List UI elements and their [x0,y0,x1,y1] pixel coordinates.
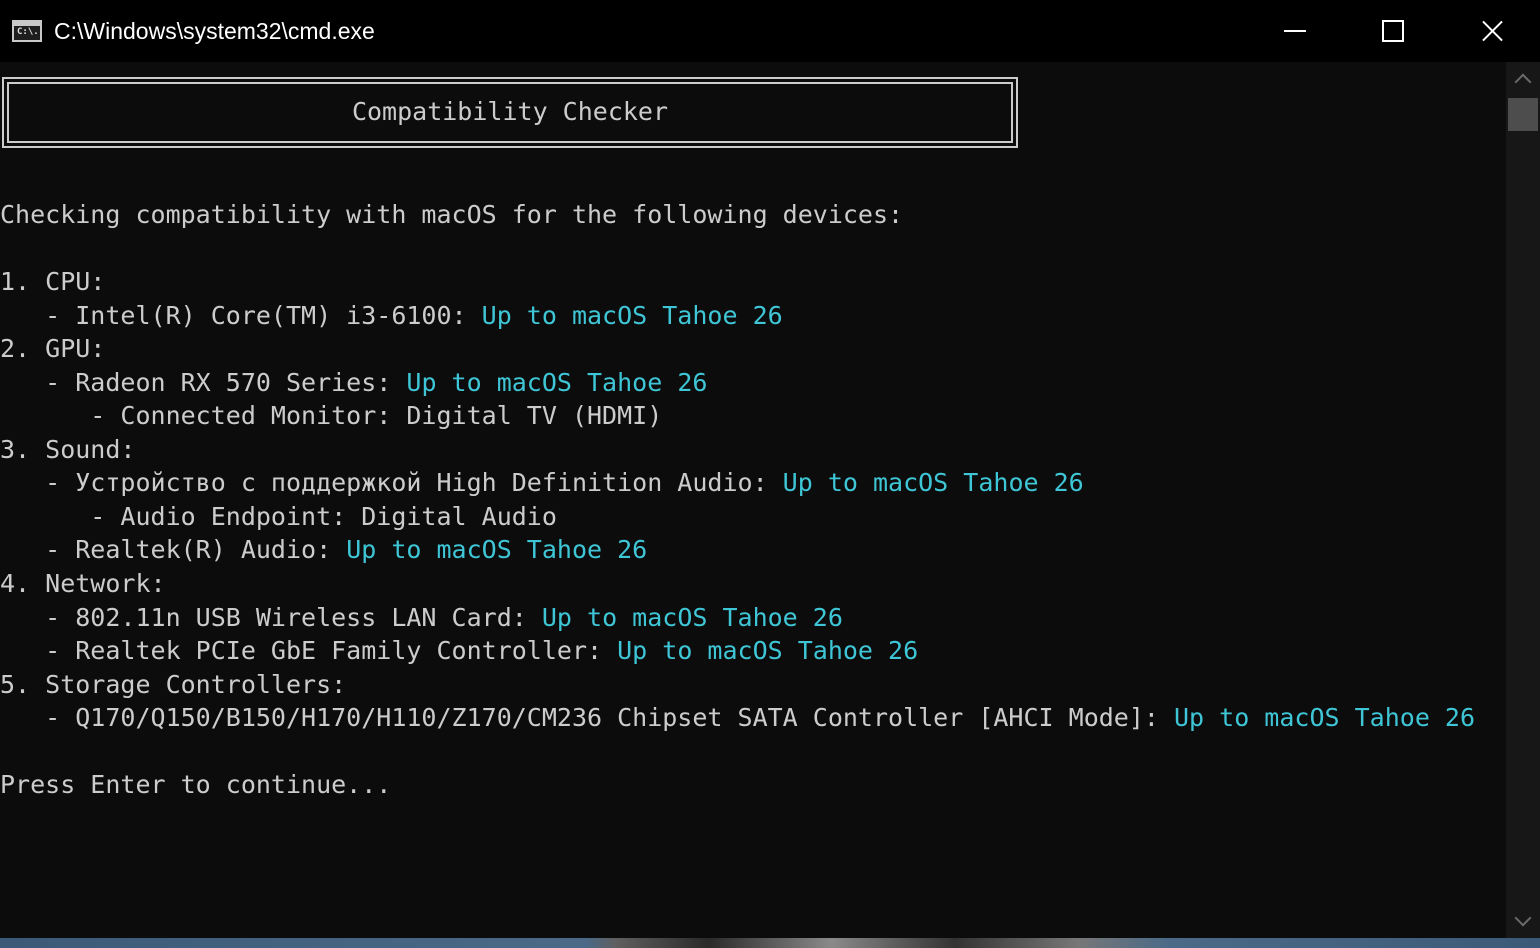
line-text: 3. Sound: [0,434,136,464]
minimize-button[interactable] [1246,0,1344,62]
output-lines: Checking compatibility with macOS for th… [0,198,1475,802]
line-text: 4. Network: [0,569,166,599]
line-text: - 802.11n USB Wireless LAN Card: [0,602,542,632]
cmd-window: C:\. C:\Windows\system32\cmd.exe Compati… [0,0,1540,948]
line-text: - Realtek PCIe GbE Family Controller: [0,636,618,666]
line-text: Press Enter to continue... [0,770,392,800]
console-line: 1. CPU: [0,265,1475,299]
banner-box: Compatibility Checker [2,77,1018,148]
console-line: - Connected Monitor: Digital TV (HDMI) [0,399,1475,433]
desktop-background [0,938,1540,948]
scroll-thumb[interactable] [1508,98,1538,131]
console-line: - Realtek(R) Audio: Up to macOS Tahoe 26 [0,533,1475,567]
scroll-down-icon[interactable] [1506,904,1540,938]
console-icon-text: C:\. [17,27,39,37]
line-text: Checking compatibility with macOS for th… [0,200,904,229]
compat-status: Up to macOS Tahoe 26 [346,535,648,565]
console-line: - Radeon RX 570 Series: Up to macOS Taho… [0,366,1475,400]
console-line: - Realtek PCIe GbE Family Controller: Up… [0,634,1475,668]
line-text: - Connected Monitor: Digital TV (HDMI) [0,401,663,431]
window-title: C:\Windows\system32\cmd.exe [54,18,375,44]
console-output[interactable]: Compatibility Checker Checking compatibi… [0,62,1506,938]
console-line: 5. Storage Controllers: [0,668,1475,702]
banner-title: Compatibility Checker [351,97,669,126]
line-text: - Audio Endpoint: Digital Audio [0,501,557,531]
line-text: 5. Storage Controllers: [0,669,347,699]
console-line: Checking compatibility with macOS for th… [0,198,1475,232]
console-line: 4. Network: [0,567,1475,601]
line-text: 1. CPU: [0,267,106,297]
console-line: 2. GPU: [0,332,1475,366]
compat-status: Up to macOS Tahoe 26 [1174,703,1476,733]
console-line: - Audio Endpoint: Digital Audio [0,500,1475,534]
compat-status: Up to macOS Tahoe 26 [541,602,843,632]
maximize-button[interactable] [1344,0,1442,62]
console-line: Press Enter to continue... [0,768,1475,802]
console-line: - 802.11n USB Wireless LAN Card: Up to m… [0,601,1475,635]
console-line: - Q170/Q150/B150/H170/H110/Z170/CM236 Ch… [0,701,1475,735]
compat-status: Up to macOS Tahoe 26 [617,636,919,666]
compat-status: Up to macOS Tahoe 26 [782,468,1084,498]
console-line: - Устройство с поддержкой High Definitio… [0,466,1475,500]
console-line: - Intel(R) Core(TM) i3-6100: Up to macOS… [0,299,1475,333]
line-text: - Intel(R) Core(TM) i3-6100: [0,300,482,330]
line-text: - Q170/Q150/B150/H170/H110/Z170/CM236 Ch… [0,703,1174,733]
close-button[interactable] [1442,0,1540,62]
line-text: - Realtek(R) Audio: [0,535,347,565]
compat-status: Up to macOS Tahoe 26 [406,367,708,397]
line-text: 2. GPU: [0,334,106,364]
line-text: - Устройство с поддержкой High Definitio… [0,468,783,498]
compat-status: Up to macOS Tahoe 26 [481,300,783,330]
line-text: - Radeon RX 570 Series: [0,367,407,397]
console-line: 3. Sound: [0,433,1475,467]
console-icon[interactable]: C:\. [12,20,42,42]
scroll-up-icon[interactable] [1506,62,1540,96]
vertical-scrollbar[interactable] [1506,62,1540,938]
title-bar[interactable]: C:\. C:\Windows\system32\cmd.exe [0,0,1540,62]
